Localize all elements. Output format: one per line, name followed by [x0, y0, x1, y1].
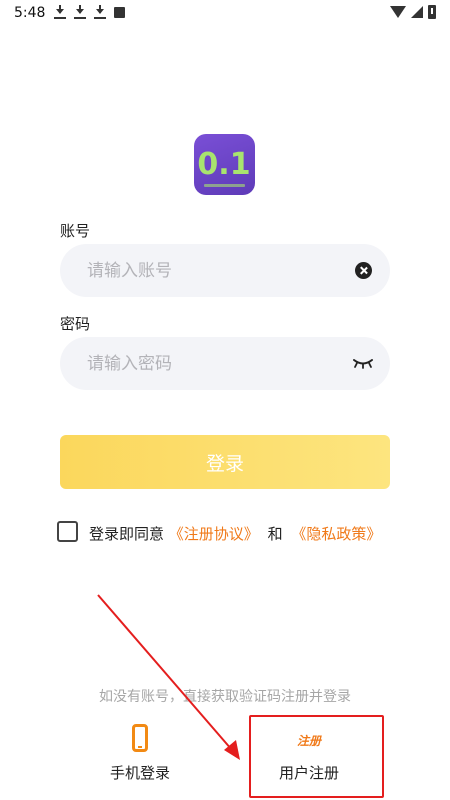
- signal-icon: [411, 6, 423, 18]
- login-button[interactable]: 登录: [60, 435, 390, 489]
- download-icon: [74, 5, 86, 19]
- download-icon: [94, 5, 106, 19]
- password-input[interactable]: [87, 353, 327, 374]
- password-input-box[interactable]: [60, 337, 390, 390]
- terms-link[interactable]: 《注册协议》: [169, 525, 259, 543]
- account-input[interactable]: [87, 260, 327, 281]
- phone-icon: [132, 724, 148, 752]
- logo-text: 0.1: [197, 147, 250, 182]
- eye-closed-icon[interactable]: [352, 355, 374, 371]
- logo-graphic: 0.1: [197, 147, 251, 187]
- agreement-checkbox[interactable]: [57, 521, 78, 542]
- app-logo: 0.1: [194, 134, 255, 195]
- footer-hint: 如没有账号，直接获取验证码注册并登录: [99, 689, 351, 705]
- status-bar: 5:48: [0, 0, 450, 28]
- notification-icons: [54, 5, 125, 19]
- annotation-arrow: [97, 594, 240, 760]
- wifi-icon: [390, 6, 406, 18]
- system-icons: [390, 5, 436, 19]
- phone-login-option[interactable]: 手机登录: [90, 720, 190, 783]
- clear-icon[interactable]: [355, 262, 372, 279]
- agreement-and: 和: [267, 525, 283, 543]
- agreement-text: 登录即同意 《注册协议》 和 《隐私政策》: [89, 523, 381, 544]
- account-input-box[interactable]: [60, 244, 390, 297]
- download-icon: [54, 5, 66, 19]
- agreement-prefix: 登录即同意: [89, 525, 165, 543]
- privacy-link[interactable]: 《隐私政策》: [291, 525, 381, 543]
- battery-icon: [428, 5, 436, 19]
- phone-login-label: 手机登录: [109, 764, 170, 782]
- annotation-highlight-box: [249, 715, 384, 798]
- text-app-icon: [114, 7, 125, 18]
- password-label: 密码: [60, 315, 91, 333]
- status-time: 5:48: [14, 5, 46, 21]
- account-label: 账号: [60, 222, 91, 240]
